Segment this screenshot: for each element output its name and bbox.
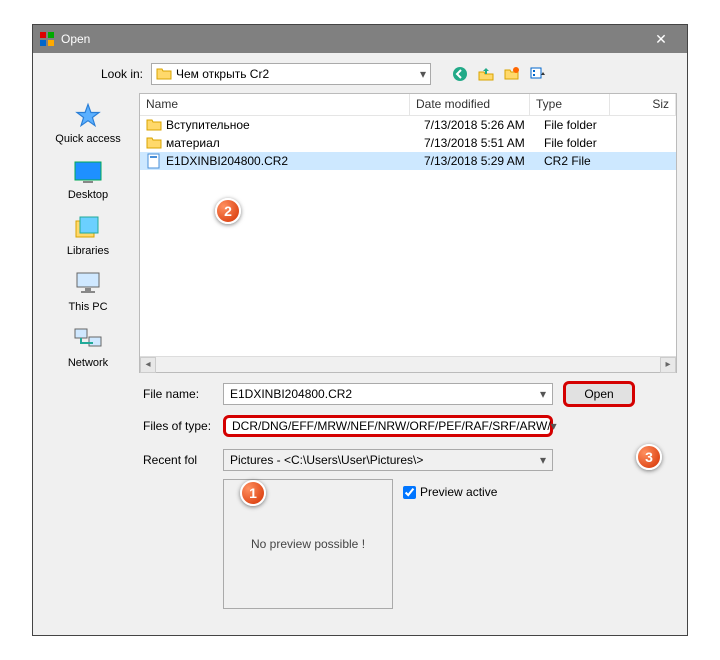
- sidebar-label: Quick access: [55, 133, 120, 145]
- preview-active-label: Preview active: [420, 485, 497, 499]
- folder-icon: [146, 135, 162, 151]
- col-size[interactable]: Siz: [610, 94, 676, 115]
- filename-input[interactable]: E1DXINBI204800.CR2 ▾: [223, 383, 553, 405]
- sidebar-libraries[interactable]: Libraries: [67, 213, 109, 257]
- filename-row: File name: E1DXINBI204800.CR2 ▾ Open: [143, 381, 677, 407]
- scroll-left-icon[interactable]: ◂: [140, 357, 156, 373]
- filetype-value: DCR/DNG/EFF/MRW/NEF/NRW/ORF/PEF/RAF/SRF/…: [232, 419, 551, 433]
- sidebar-this-pc[interactable]: This PC: [68, 269, 107, 313]
- close-button[interactable]: ✕: [641, 25, 681, 53]
- main-area: Quick access Desktop Libraries This PC N…: [43, 93, 677, 373]
- preview-empty-text: No preview possible !: [251, 537, 365, 551]
- places-sidebar: Quick access Desktop Libraries This PC N…: [43, 93, 133, 373]
- nav-icons: [451, 65, 547, 83]
- filename-value: E1DXINBI204800.CR2: [230, 387, 352, 401]
- file-list: Name Date modified Type Siz Вступительно…: [139, 93, 677, 373]
- filetype-combo[interactable]: DCR/DNG/EFF/MRW/NEF/NRW/ORF/PEF/RAF/SRF/…: [223, 415, 553, 437]
- col-type[interactable]: Type: [530, 94, 610, 115]
- annotation-badge-2: 2: [215, 198, 241, 224]
- titlebar: Open ✕: [33, 25, 687, 53]
- recent-row: Recent fol Pictures - <C:\Users\User\Pic…: [143, 449, 677, 471]
- file-name: Вступительное: [166, 118, 424, 132]
- file-row[interactable]: Вступительное 7/13/2018 5:26 AM File fol…: [140, 116, 676, 134]
- file-type: CR2 File: [544, 154, 624, 168]
- file-icon: [146, 153, 162, 169]
- filetype-row: Files of type: DCR/DNG/EFF/MRW/NEF/NRW/O…: [143, 415, 677, 437]
- file-type: File folder: [544, 136, 624, 150]
- preview-options: Preview active: [403, 479, 497, 609]
- folder-icon: [156, 66, 172, 82]
- file-date: 7/13/2018 5:51 AM: [424, 136, 544, 150]
- chevron-down-icon: ▾: [420, 67, 426, 81]
- chevron-down-icon: ▾: [540, 453, 546, 467]
- scroll-right-icon[interactable]: ▸: [660, 357, 676, 373]
- sidebar-label: Network: [68, 357, 108, 369]
- open-dialog: Open ✕ Look in: Чем открыть Cr2 ▾: [32, 24, 688, 636]
- form-rows: File name: E1DXINBI204800.CR2 ▾ Open Fil…: [143, 381, 677, 609]
- file-row[interactable]: материал 7/13/2018 5:51 AM File folder: [140, 134, 676, 152]
- file-row-selected[interactable]: E1DXINBI204800.CR2 7/13/2018 5:29 AM CR2…: [140, 152, 676, 170]
- file-name: материал: [166, 136, 424, 150]
- annotation-badge-1: 1: [240, 480, 266, 506]
- window-title: Open: [61, 32, 90, 46]
- filetype-label: Files of type:: [143, 419, 213, 433]
- preview-area: No preview possible ! Preview active: [223, 479, 677, 609]
- up-icon[interactable]: [477, 65, 495, 83]
- dialog-body: Look in: Чем открыть Cr2 ▾ Quick access: [33, 53, 687, 619]
- col-name[interactable]: Name: [140, 94, 410, 115]
- app-icon: [39, 31, 55, 47]
- preview-active-checkbox[interactable]: Preview active: [403, 485, 497, 499]
- sidebar-label: Libraries: [67, 245, 109, 257]
- open-button[interactable]: Open: [563, 381, 635, 407]
- libraries-icon: [70, 213, 106, 243]
- file-date: 7/13/2018 5:29 AM: [424, 154, 544, 168]
- recent-combo[interactable]: Pictures - <C:\Users\User\Pictures\> ▾: [223, 449, 553, 471]
- lookin-value: Чем открыть Cr2: [176, 67, 269, 81]
- folder-icon: [146, 117, 162, 133]
- sidebar-network[interactable]: Network: [68, 325, 108, 369]
- recent-label: Recent fol: [143, 453, 213, 467]
- chevron-down-icon: ▾: [551, 419, 557, 433]
- lookin-row: Look in: Чем открыть Cr2 ▾: [43, 63, 677, 85]
- lookin-combo[interactable]: Чем открыть Cr2 ▾: [151, 63, 431, 85]
- recent-value: Pictures - <C:\Users\User\Pictures\>: [230, 453, 423, 467]
- file-date: 7/13/2018 5:26 AM: [424, 118, 544, 132]
- list-header: Name Date modified Type Siz: [140, 94, 676, 116]
- file-name: E1DXINBI204800.CR2: [166, 154, 424, 168]
- lookin-label: Look in:: [43, 67, 143, 81]
- new-folder-icon[interactable]: [503, 65, 521, 83]
- sidebar-label: Desktop: [68, 189, 108, 201]
- sidebar-desktop[interactable]: Desktop: [68, 157, 108, 201]
- star-icon: [70, 101, 106, 131]
- network-icon: [70, 325, 106, 355]
- sidebar-quick-access[interactable]: Quick access: [55, 101, 120, 145]
- filename-label: File name:: [143, 387, 213, 401]
- preview-checkbox-input[interactable]: [403, 486, 416, 499]
- annotation-badge-3: 3: [636, 444, 662, 470]
- back-icon[interactable]: [451, 65, 469, 83]
- chevron-down-icon: ▾: [540, 387, 546, 401]
- col-date[interactable]: Date modified: [410, 94, 530, 115]
- view-menu-icon[interactable]: [529, 65, 547, 83]
- pc-icon: [70, 269, 106, 299]
- horizontal-scrollbar[interactable]: ◂ ▸: [140, 356, 676, 372]
- file-type: File folder: [544, 118, 624, 132]
- sidebar-label: This PC: [68, 301, 107, 313]
- desktop-icon: [70, 157, 106, 187]
- list-body[interactable]: Вступительное 7/13/2018 5:26 AM File fol…: [140, 116, 676, 356]
